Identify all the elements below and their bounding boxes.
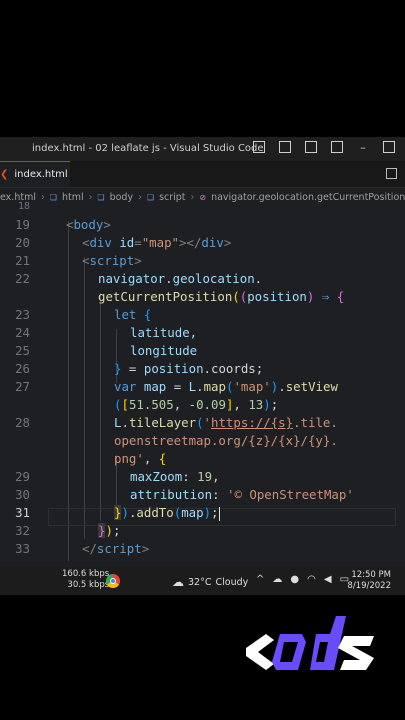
toggle-secondary-sidebar-icon[interactable] bbox=[305, 141, 317, 153]
vscode-window: index.html - 02 leaflate js - Visual Stu… bbox=[0, 137, 405, 595]
minimize-icon[interactable]: – bbox=[357, 141, 369, 154]
line-number: 21 bbox=[15, 253, 30, 268]
code-line: <script> bbox=[82, 253, 142, 268]
net-down-speed: 30.5 kbps bbox=[67, 580, 110, 590]
line-number: 27 bbox=[15, 379, 30, 394]
line-number: 24 bbox=[15, 325, 30, 340]
line-number: 28 bbox=[15, 415, 30, 430]
microphone-icon[interactable]: ● bbox=[290, 574, 299, 585]
code-line: L.tileLayer('https://{s}.tile. bbox=[114, 415, 338, 430]
code-line: maxZoom: 19, bbox=[130, 469, 220, 484]
line-number: 23 bbox=[15, 307, 30, 322]
indent-guide bbox=[100, 293, 101, 521]
layout-icon[interactable] bbox=[331, 141, 343, 153]
url-link[interactable]: https:// bbox=[211, 415, 271, 430]
line-number-active: 31 bbox=[15, 505, 30, 520]
window-title: index.html - 02 leaflate js - Visual Stu… bbox=[32, 143, 264, 154]
chevron-right-icon: › bbox=[190, 191, 195, 203]
code-line: attribution: '© OpenStreetMap' bbox=[130, 487, 354, 502]
code-line: <body> bbox=[66, 217, 111, 232]
breadcrumb-callback[interactable]: navigator.geolocation.getCurrentPosition… bbox=[211, 192, 405, 203]
weather-text: Cloudy bbox=[215, 576, 249, 588]
breadcrumb: ex.html › ❏ html › ❏ body › ❏ script › ⊘… bbox=[0, 188, 405, 206]
line-number: 30 bbox=[15, 487, 30, 502]
maximize-icon[interactable] bbox=[383, 141, 395, 153]
cloud-icon: ☁ bbox=[172, 575, 184, 589]
breadcrumb-html[interactable]: html bbox=[62, 192, 84, 203]
element-icon: ❏ bbox=[97, 192, 105, 202]
net-up-speed: 160.6 kbps bbox=[62, 569, 110, 579]
chevron-right-icon: › bbox=[88, 191, 93, 203]
line-number: 20 bbox=[15, 235, 30, 250]
text-cursor bbox=[218, 506, 220, 521]
code-line: <div id="map"></div> bbox=[82, 235, 232, 250]
line-number: 25 bbox=[15, 343, 30, 358]
window-controls: – bbox=[253, 141, 395, 154]
windows-taskbar: 160.6 kbps 30.5 kbps ☁ 32°C Cloudy ^ ☁ ●… bbox=[0, 567, 405, 595]
code-line: var map = L.map('map').setView bbox=[114, 379, 338, 394]
editor-tab-bar: ❮ index.html bbox=[0, 161, 405, 188]
clock[interactable]: 12:50 PM 8/19/2022 bbox=[347, 570, 391, 592]
chevron-right-icon: › bbox=[138, 191, 142, 203]
element-icon: ❏ bbox=[49, 192, 57, 202]
element-icon: ❏ bbox=[146, 192, 155, 202]
chevron-up-icon[interactable]: ^ bbox=[256, 574, 264, 585]
tab-index-html[interactable]: ❮ index.html bbox=[0, 161, 70, 187]
code-line: longitude bbox=[130, 343, 198, 358]
network-speed: 160.6 kbps 30.5 kbps bbox=[62, 569, 109, 591]
wifi-icon[interactable]: ◠ bbox=[307, 574, 316, 585]
onedrive-icon[interactable]: ☁ bbox=[272, 574, 282, 585]
line-number: 18 bbox=[17, 201, 30, 212]
speaker-icon[interactable]: ◀ bbox=[324, 574, 332, 585]
code-line: openstreetmap.org/{z}/{x}/{y}. bbox=[114, 433, 338, 448]
code-editor[interactable]: 18 19 20 21 22 23 24 25 26 27 28 29 30 3… bbox=[0, 201, 405, 567]
code-line: navigator.geolocation. bbox=[98, 271, 263, 286]
breadcrumb-script[interactable]: script bbox=[159, 192, 185, 203]
code-line: </script> bbox=[82, 541, 150, 556]
code-line: }); bbox=[98, 523, 121, 538]
function-icon: ⊘ bbox=[199, 192, 207, 202]
line-number: 33 bbox=[15, 541, 30, 556]
code-line: } = position.coords; bbox=[114, 361, 264, 376]
line-number: 32 bbox=[15, 523, 30, 538]
code-line: getCurrentPosition((position) ⇒ { bbox=[98, 289, 345, 304]
clock-date: 8/19/2022 bbox=[347, 581, 391, 591]
toggle-panel-icon[interactable] bbox=[253, 141, 265, 153]
chrome-icon[interactable] bbox=[106, 574, 120, 588]
code-line: let { bbox=[114, 307, 152, 322]
code-line-active: }).addTo(map); bbox=[114, 505, 220, 521]
breadcrumb-body[interactable]: body bbox=[110, 192, 134, 203]
system-tray: ^ ☁ ● ◠ ◀ ▭ bbox=[256, 574, 349, 585]
line-number: 26 bbox=[15, 361, 30, 376]
codes-logo bbox=[246, 616, 374, 670]
code-line: latitude, bbox=[130, 325, 198, 340]
line-number: 19 bbox=[15, 217, 30, 232]
weather-widget[interactable]: ☁ 32°C Cloudy bbox=[172, 575, 248, 589]
tab-label: index.html bbox=[14, 169, 68, 180]
code-line: ([51.505, -0.09], 13); bbox=[114, 397, 279, 412]
line-number: 29 bbox=[15, 469, 30, 484]
weather-temp: 32°C bbox=[188, 576, 212, 588]
clock-time: 12:50 PM bbox=[351, 570, 391, 580]
code-line: png', { bbox=[114, 451, 167, 466]
split-editor-icon[interactable] bbox=[386, 168, 397, 179]
chevron-right-icon: › bbox=[40, 191, 45, 203]
toggle-sidebar-icon[interactable] bbox=[279, 141, 291, 153]
html-file-icon: ❮ bbox=[0, 169, 9, 180]
indent-guide bbox=[84, 257, 85, 539]
line-number: 22 bbox=[15, 271, 30, 286]
title-bar: index.html - 02 leaflate js - Visual Stu… bbox=[0, 137, 405, 161]
